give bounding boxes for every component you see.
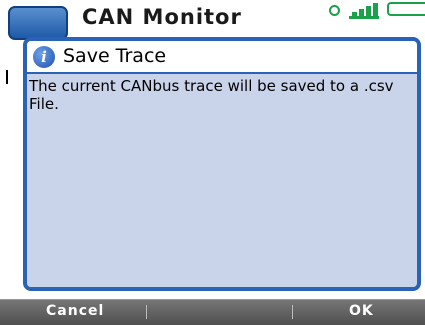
dialog-title: Save Trace: [63, 45, 167, 67]
status-icons: [315, 0, 425, 20]
save-trace-dialog: i Save Trace The current CANbus trace wi…: [23, 37, 421, 291]
signal-icon: [349, 2, 379, 19]
cancel-button[interactable]: Cancel: [46, 303, 104, 319]
background-edge-mark-left: [6, 70, 14, 84]
app-title: CAN Monitor: [82, 5, 242, 29]
softkey-divider: [292, 305, 293, 319]
battery-icon: [387, 2, 425, 16]
search-icon: [329, 5, 340, 16]
softkey-divider: [146, 305, 147, 319]
dialog-message: The current CANbus trace will be saved t…: [29, 77, 394, 113]
softkey-bar: Cancel OK: [0, 299, 425, 325]
app-header: CAN Monitor: [0, 0, 425, 40]
can-monitor-app-icon: [8, 6, 68, 40]
info-icon: i: [33, 46, 55, 68]
dialog-body: The current CANbus trace will be saved t…: [27, 72, 417, 287]
dialog-header: i Save Trace: [27, 41, 417, 72]
ok-button[interactable]: OK: [349, 303, 374, 319]
